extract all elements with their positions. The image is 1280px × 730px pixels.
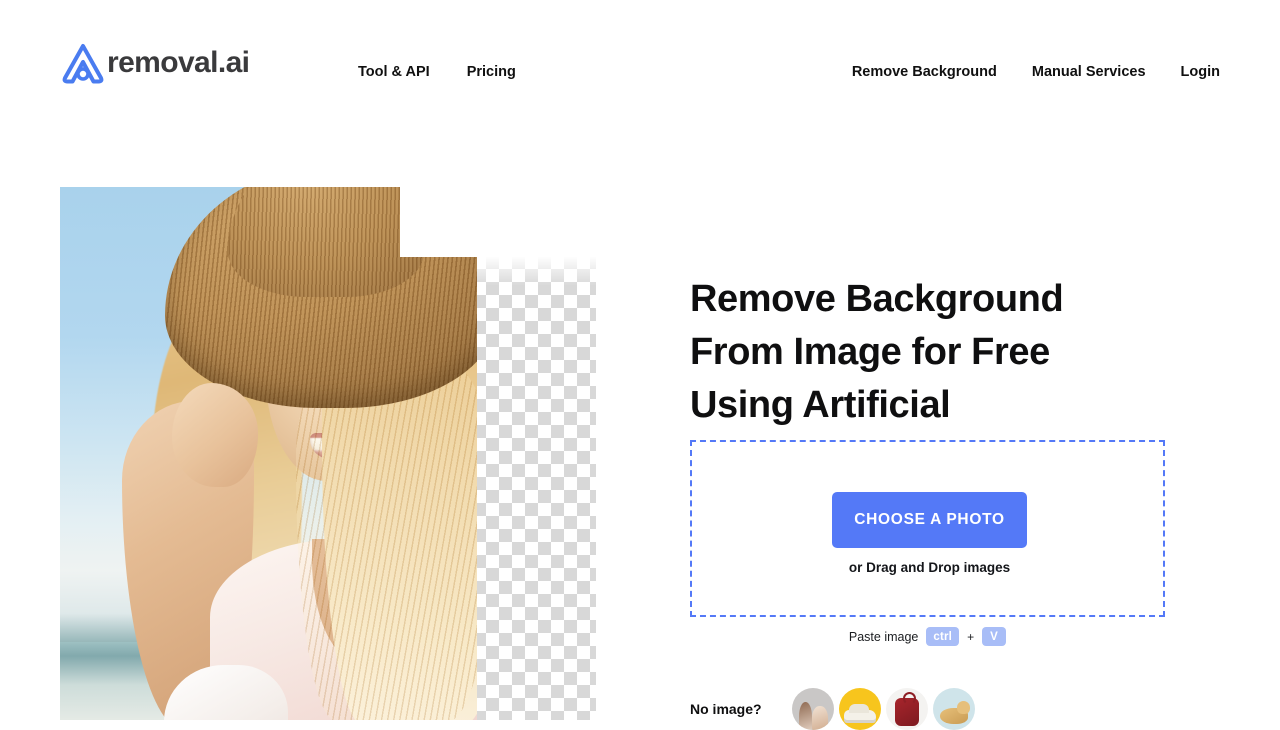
hand [172, 383, 258, 487]
nav-item-remove-background[interactable]: Remove Background [852, 62, 997, 82]
transparency-checkerboard [473, 256, 596, 720]
sample-thumbnail-couple[interactable] [791, 688, 834, 730]
sample-thumbnail-car[interactable] [838, 688, 881, 730]
drag-and-drop-hint: or Drag and Drop images [848, 560, 1011, 575]
primary-nav: Tool & API Pricing [358, 62, 516, 82]
secondary-nav: Remove Background Manual Services Login [852, 62, 1220, 82]
hero-preview-image [60, 187, 596, 720]
checkerboard-fade [473, 256, 596, 286]
choose-a-photo-button[interactable]: CHOOSE A PHOTO [832, 492, 1027, 548]
sample-thumbnail-dog[interactable] [932, 688, 975, 730]
plus-sign: + [967, 629, 975, 644]
sample-thumbnails [791, 688, 975, 730]
nav-item-manual-services[interactable]: Manual Services [1032, 62, 1146, 82]
key-badge-ctrl: ctrl [926, 627, 960, 646]
original-photo [60, 187, 477, 720]
nav-item-pricing[interactable]: Pricing [467, 62, 516, 82]
logo[interactable]: removal.ai [60, 40, 250, 86]
nav-item-tool-api[interactable]: Tool & API [358, 62, 430, 82]
sample-images-row: No image? [690, 688, 975, 730]
removal-ai-logo-icon [60, 41, 106, 85]
straw-hat-crown [228, 187, 424, 297]
sample-thumbnail-suitcase[interactable] [885, 688, 928, 730]
paste-image-label: Paste image [848, 629, 919, 644]
logo-text: removal.ai [107, 46, 250, 79]
upload-dropzone[interactable]: CHOOSE A PHOTO or Drag and Drop images [690, 440, 1165, 617]
key-badge-v: V [982, 627, 1007, 646]
nav-item-login[interactable]: Login [1181, 62, 1220, 82]
no-image-label: No image? [690, 701, 762, 717]
removed-background-area [400, 187, 596, 257]
paste-image-hint: Paste image ctrl + V [690, 627, 1165, 646]
site-header: removal.ai Tool & API Pricing Remove Bac… [0, 0, 1280, 126]
